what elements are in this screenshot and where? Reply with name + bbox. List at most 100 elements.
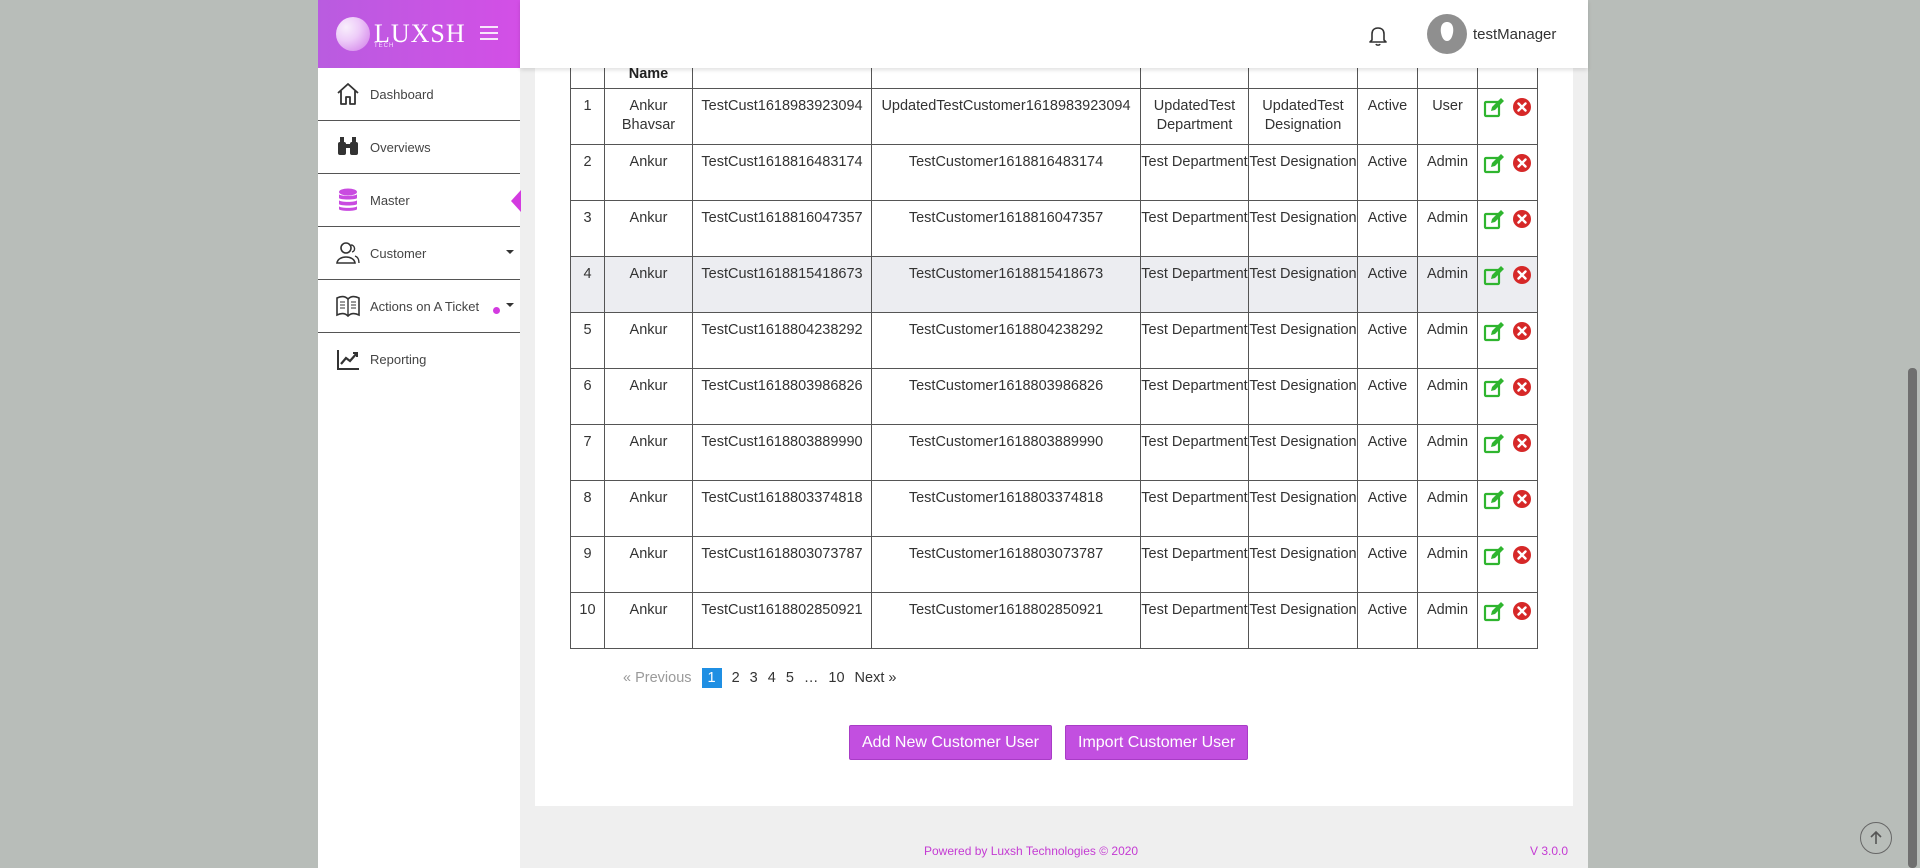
sidebar-item-label: Customer — [370, 245, 427, 261]
table-row: 9 Ankur TestCust1618803073787 TestCustomer1… — [570, 536, 1538, 593]
cell-index: 6 — [570, 368, 605, 425]
cell-customer-code: TestCust1618815418673 — [692, 256, 872, 313]
edit-icon[interactable] — [1483, 377, 1505, 399]
pagination-page-last[interactable]: 10 — [828, 670, 844, 686]
cell-designation: Test Designation — [1248, 536, 1358, 593]
chevron-down-icon[interactable] — [506, 250, 514, 254]
cell-name: Ankur — [604, 592, 693, 649]
user-menu[interactable]: testManager — [1427, 14, 1556, 54]
cell-department: Test Department — [1140, 200, 1249, 257]
logo-globe-icon — [336, 17, 370, 51]
edit-icon[interactable] — [1483, 321, 1505, 343]
delete-icon[interactable] — [1511, 545, 1533, 567]
pagination-page-1[interactable]: 1 — [701, 668, 722, 688]
delete-icon[interactable] — [1511, 489, 1533, 511]
cell-designation: Test Designation — [1248, 368, 1358, 425]
edit-icon[interactable] — [1483, 489, 1505, 511]
sidebar-item-customer[interactable]: Customer — [318, 227, 520, 280]
pagination-previous[interactable]: « Previous — [623, 670, 692, 686]
cell-department: Test Department — [1140, 592, 1249, 649]
edit-icon[interactable] — [1483, 433, 1505, 455]
delete-icon[interactable] — [1511, 321, 1533, 343]
cell-customer-name: TestCustomer1618803374818 — [871, 480, 1141, 537]
active-indicator — [511, 190, 521, 212]
cell-index: 3 — [570, 200, 605, 257]
cell-index: 5 — [570, 312, 605, 369]
cell-role: Admin — [1417, 480, 1478, 537]
delete-icon[interactable] — [1511, 377, 1533, 399]
table-row: 4 Ankur TestCust1618815418673 TestCustomer1… — [570, 256, 1538, 313]
sidebar-item-overviews[interactable]: Overviews — [318, 121, 520, 174]
database-icon — [334, 186, 362, 214]
cell-customer-code: TestCust1618803986826 — [692, 368, 872, 425]
cell-status: Active — [1357, 480, 1418, 537]
cell-customer-name: TestCustomer1618816483174 — [871, 144, 1141, 201]
cell-department: UpdatedTest Department — [1140, 88, 1249, 145]
cell-actions — [1477, 256, 1538, 313]
sidebar-item-actions-on-a-ticket[interactable]: Actions on A Ticket — [318, 280, 520, 333]
cell-designation: Test Designation — [1248, 312, 1358, 369]
content-card: Name 1 Ankur Bhavsar TestCust1618983923094… — [535, 0, 1573, 806]
table-row: 3 Ankur TestCust1618816047357 TestCustomer1… — [570, 200, 1538, 257]
users-icon — [334, 239, 362, 267]
top-header: testManager — [520, 0, 1588, 68]
cell-actions — [1477, 312, 1538, 369]
cell-name: Ankur — [604, 368, 693, 425]
cell-name: Ankur — [604, 144, 693, 201]
chevron-down-icon[interactable] — [506, 303, 514, 307]
delete-icon[interactable] — [1511, 265, 1533, 287]
cell-customer-code: TestCust1618803374818 — [692, 480, 872, 537]
hamburger-menu-icon[interactable] — [480, 26, 498, 40]
edit-icon[interactable] — [1483, 209, 1505, 231]
brand-bar: LUXSH TECH — [318, 0, 520, 68]
edit-icon[interactable] — [1483, 97, 1505, 119]
scrollbar-thumb[interactable] — [1908, 368, 1917, 868]
brand-logo-tag: TECH — [374, 43, 395, 49]
delete-icon[interactable] — [1511, 209, 1533, 231]
cell-name: Ankur — [604, 256, 693, 313]
table-row: 6 Ankur TestCust1618803986826 TestCustomer1… — [570, 368, 1538, 425]
pagination-next[interactable]: Next » — [855, 670, 897, 686]
cell-status: Active — [1357, 88, 1418, 145]
cell-role: Admin — [1417, 424, 1478, 481]
username[interactable]: testManager — [1473, 26, 1556, 43]
avatar[interactable] — [1427, 14, 1467, 54]
notification-dot — [493, 307, 500, 314]
sidebar-item-dashboard[interactable]: Dashboard — [318, 68, 520, 121]
cell-actions — [1477, 368, 1538, 425]
edit-icon[interactable] — [1483, 153, 1505, 175]
bell-icon[interactable] — [1365, 22, 1391, 48]
binoculars-icon — [334, 133, 362, 161]
pagination-page-2[interactable]: 2 — [732, 670, 740, 686]
sidebar-item-reporting[interactable]: Reporting — [318, 333, 520, 386]
edit-icon[interactable] — [1483, 265, 1505, 287]
cell-designation: Test Designation — [1248, 144, 1358, 201]
cell-designation: UpdatedTest Designation — [1248, 88, 1358, 145]
scroll-to-top-button[interactable] — [1860, 822, 1892, 854]
edit-icon[interactable] — [1483, 545, 1505, 567]
cell-customer-name: TestCustomer1618803073787 — [871, 536, 1141, 593]
delete-icon[interactable] — [1511, 433, 1533, 455]
cell-status: Active — [1357, 200, 1418, 257]
customer-users-table: Name 1 Ankur Bhavsar TestCust1618983923094… — [570, 40, 1538, 649]
cell-index: 1 — [570, 88, 605, 145]
cell-index: 7 — [570, 424, 605, 481]
pagination-page-5[interactable]: 5 — [786, 670, 794, 686]
pagination-page-4[interactable]: 4 — [768, 670, 776, 686]
delete-icon[interactable] — [1511, 601, 1533, 623]
pagination-page-3[interactable]: 3 — [750, 670, 758, 686]
chart-line-icon — [334, 346, 362, 374]
delete-icon[interactable] — [1511, 97, 1533, 119]
edit-icon[interactable] — [1483, 601, 1505, 623]
cell-index: 2 — [570, 144, 605, 201]
cell-department: Test Department — [1140, 368, 1249, 425]
home-icon — [334, 80, 362, 108]
sidebar-item-master[interactable]: Master — [318, 174, 521, 227]
delete-icon[interactable] — [1511, 153, 1533, 175]
cell-name: Ankur Bhavsar — [604, 88, 693, 145]
cell-status: Active — [1357, 144, 1418, 201]
add-new-customer-user-button[interactable]: Add New Customer User — [849, 725, 1052, 760]
sidebar-item-label: Reporting — [370, 352, 427, 367]
cell-name: Ankur — [604, 312, 693, 369]
import-customer-user-button[interactable]: Import Customer User — [1065, 725, 1249, 760]
